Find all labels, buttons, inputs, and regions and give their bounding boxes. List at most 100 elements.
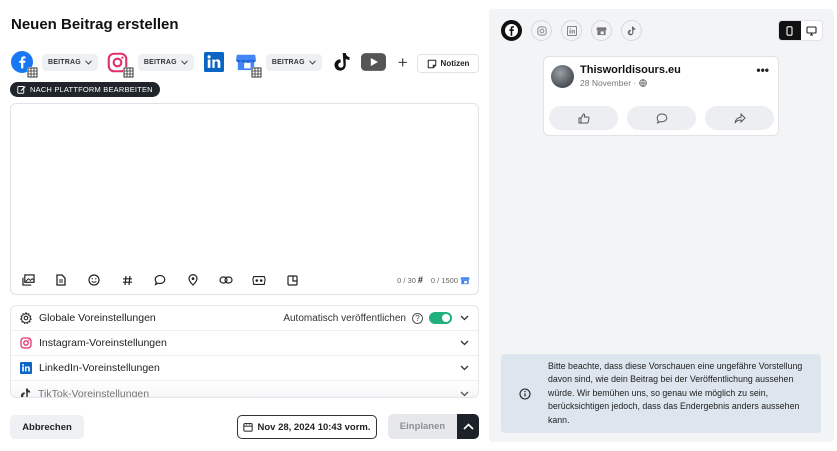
page-name: Thisworldisours.eu — [580, 64, 681, 76]
google-business-icon — [596, 26, 607, 35]
google-business-post-type-dropdown[interactable]: BEITRAG — [265, 53, 322, 71]
linkedin-presets-row[interactable]: LinkedIn-Voreinstellungen — [11, 356, 478, 381]
more-options-icon[interactable]: ••• — [756, 64, 769, 76]
globe-icon — [639, 79, 647, 87]
preview-disclaimer: Bitte beachte, dass diese Vorschauen ein… — [501, 354, 821, 433]
desktop-view-button[interactable] — [801, 21, 823, 40]
edit-per-platform-label: NACH PLATTFORM BEARBEITEN — [30, 85, 153, 94]
edit-per-platform-button[interactable]: NACH PLATTFORM BEARBEITEN — [10, 82, 160, 97]
share-icon — [734, 112, 746, 123]
avatar — [551, 65, 574, 88]
preview-platform-tabs — [501, 20, 642, 41]
character-count: 0 / 1500 — [430, 275, 458, 285]
platform-selector: BEITRAG BEITRAG BEITRAG + — [10, 49, 410, 78]
chevron-down-icon[interactable] — [460, 340, 469, 346]
instagram-post-type-label: BEITRAG — [143, 58, 177, 66]
mobile-view-button[interactable] — [779, 21, 801, 40]
tiktok-platform[interactable] — [330, 50, 354, 74]
info-icon — [518, 387, 531, 400]
post-date: 28 November · — [580, 78, 637, 88]
thumbs-up-icon — [578, 112, 590, 123]
youtube-platform[interactable] — [360, 50, 388, 74]
emoji-icon[interactable] — [87, 273, 101, 287]
link-icon[interactable] — [219, 273, 233, 287]
auto-publish-control: Automatisch veröffentlichen ? — [283, 312, 452, 324]
post-meta: 28 November · — [580, 78, 647, 88]
character-counter: 0 / 1500 — [431, 276, 470, 285]
tiktok-icon — [20, 388, 31, 397]
facebook-post-type-dropdown[interactable]: BEITRAG — [42, 53, 98, 71]
linkedin-platform[interactable] — [202, 50, 226, 74]
share-button[interactable] — [705, 106, 774, 130]
instagram-presets-row[interactable]: Instagram-Voreinstellungen — [11, 331, 478, 356]
hashtag-counter: 0 / 30 # — [397, 275, 423, 285]
media-library-icon[interactable] — [21, 273, 35, 287]
tab-instagram-preview[interactable] — [531, 20, 552, 41]
tab-linkedin-preview[interactable] — [561, 20, 582, 41]
hashtag-count: 0 / 30 — [397, 275, 416, 285]
comment-button[interactable] — [627, 106, 696, 130]
device-toggle — [778, 20, 823, 41]
location-icon[interactable] — [186, 273, 200, 287]
schedule-button[interactable]: Einplanen — [388, 414, 457, 439]
facebook-post-type-label: BEITRAG — [48, 58, 81, 66]
schedule-options-button[interactable] — [457, 414, 479, 439]
linkedin-presets-label: LinkedIn-Voreinstellungen — [39, 362, 160, 374]
chevron-up-icon — [462, 423, 474, 430]
post-actions — [549, 106, 774, 130]
template-icon[interactable] — [285, 273, 299, 287]
page-title: Neuen Beitrag erstellen — [11, 16, 179, 33]
gif-icon[interactable] — [252, 273, 266, 287]
facebook-post-preview: Thisworldisours.eu 28 November · ••• — [543, 56, 779, 136]
instagram-platform[interactable] — [106, 50, 134, 78]
calendar-grid-icon — [250, 67, 262, 78]
help-icon[interactable]: ? — [412, 312, 423, 324]
google-business-icon — [460, 276, 470, 284]
auto-publish-toggle[interactable] — [429, 312, 452, 324]
post-editor[interactable]: 0 / 30 # 0 / 1500 — [10, 103, 479, 295]
chevron-down-icon — [308, 59, 316, 65]
instagram-presets-label: Instagram-Voreinstellungen — [39, 337, 167, 349]
disclaimer-text: Bitte beachte, dass diese Vorschauen ein… — [548, 360, 803, 425]
like-button[interactable] — [549, 106, 618, 130]
note-icon — [427, 59, 436, 68]
notes-label: Notizen — [440, 59, 470, 68]
tab-facebook-preview[interactable] — [501, 20, 522, 41]
global-presets-row[interactable]: Globale Voreinstellungen Automatisch ver… — [11, 306, 478, 331]
schedule-date-button[interactable]: Nov 28, 2024 10:43 vorm. — [237, 415, 377, 439]
mobile-icon — [786, 25, 793, 36]
calendar-icon — [243, 422, 254, 432]
instagram-icon — [20, 337, 32, 349]
comment-icon — [656, 112, 667, 124]
edit-icon — [17, 86, 26, 94]
comment-icon[interactable] — [153, 273, 167, 287]
tab-tiktok-preview[interactable] — [621, 20, 642, 41]
chevron-down-icon[interactable] — [460, 315, 469, 321]
linkedin-icon — [203, 52, 224, 72]
chevron-down-icon[interactable] — [460, 365, 469, 371]
facebook-icon — [505, 24, 518, 37]
instagram-post-type-dropdown[interactable]: BEITRAG — [137, 53, 194, 71]
tab-google-business-preview[interactable] — [591, 20, 612, 41]
facebook-platform[interactable] — [10, 50, 38, 78]
hashtag-icon[interactable] — [120, 273, 134, 287]
linkedin-icon — [566, 25, 577, 36]
auto-publish-label: Automatisch veröffentlichen — [283, 312, 406, 324]
tiktok-icon — [627, 26, 636, 35]
chevron-down-icon[interactable] — [460, 391, 469, 397]
cancel-button[interactable]: Abbrechen — [10, 415, 84, 439]
calendar-grid-icon — [122, 67, 134, 78]
plus-icon: + — [397, 52, 408, 72]
chevron-down-icon — [85, 59, 92, 65]
notes-button[interactable]: Notizen — [417, 54, 479, 73]
tiktok-presets-row[interactable]: TikTok-Voreinstellungen — [11, 381, 478, 397]
document-icon[interactable] — [54, 273, 68, 287]
add-platform-button[interactable]: + — [396, 50, 410, 74]
google-business-platform[interactable] — [234, 50, 262, 78]
editor-toolbar — [21, 273, 299, 287]
google-business-post-type-label: BEITRAG — [271, 58, 305, 66]
editor-counters: 0 / 30 # 0 / 1500 — [397, 275, 470, 285]
youtube-icon — [361, 53, 387, 71]
calendar-grid-icon — [27, 67, 38, 78]
post-text-area[interactable] — [19, 112, 470, 262]
